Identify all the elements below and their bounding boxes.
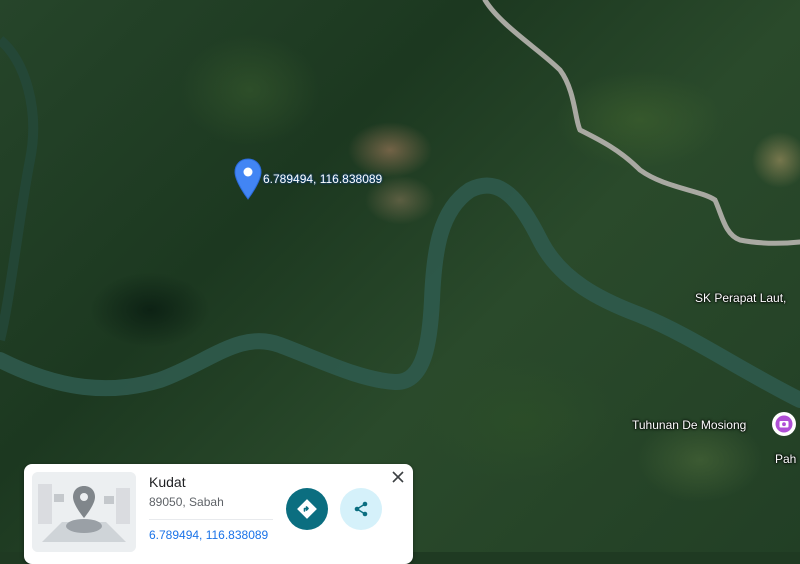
directions-icon: [297, 499, 317, 519]
river: [0, 177, 800, 408]
map-label-poi[interactable]: Tuhunan De Mosiong: [632, 418, 746, 432]
place-coordinates[interactable]: 6.789494, 116.838089: [149, 528, 268, 542]
close-icon: [392, 471, 404, 483]
place-title: Kudat: [149, 474, 186, 490]
map-label-partial[interactable]: Pah: [775, 452, 796, 466]
pin-coordinates-label: 6.789494, 116.838089: [263, 172, 383, 186]
place-info-card: Kudat 89050, Sabah 6.789494, 116.838089: [24, 464, 413, 564]
location-pin-icon[interactable]: [234, 158, 262, 200]
camera-icon[interactable]: [772, 412, 796, 436]
street-view-placeholder-icon[interactable]: [32, 472, 136, 552]
place-subtitle: 89050, Sabah: [149, 495, 224, 509]
river-left-channel: [0, 36, 39, 342]
share-icon: [354, 501, 368, 517]
share-button[interactable]: [340, 488, 382, 530]
divider: [149, 519, 273, 520]
directions-button[interactable]: [286, 488, 328, 530]
close-button[interactable]: [388, 467, 408, 487]
map-label-school[interactable]: SK Perapat Laut,: [695, 291, 786, 305]
road: [482, 0, 800, 246]
